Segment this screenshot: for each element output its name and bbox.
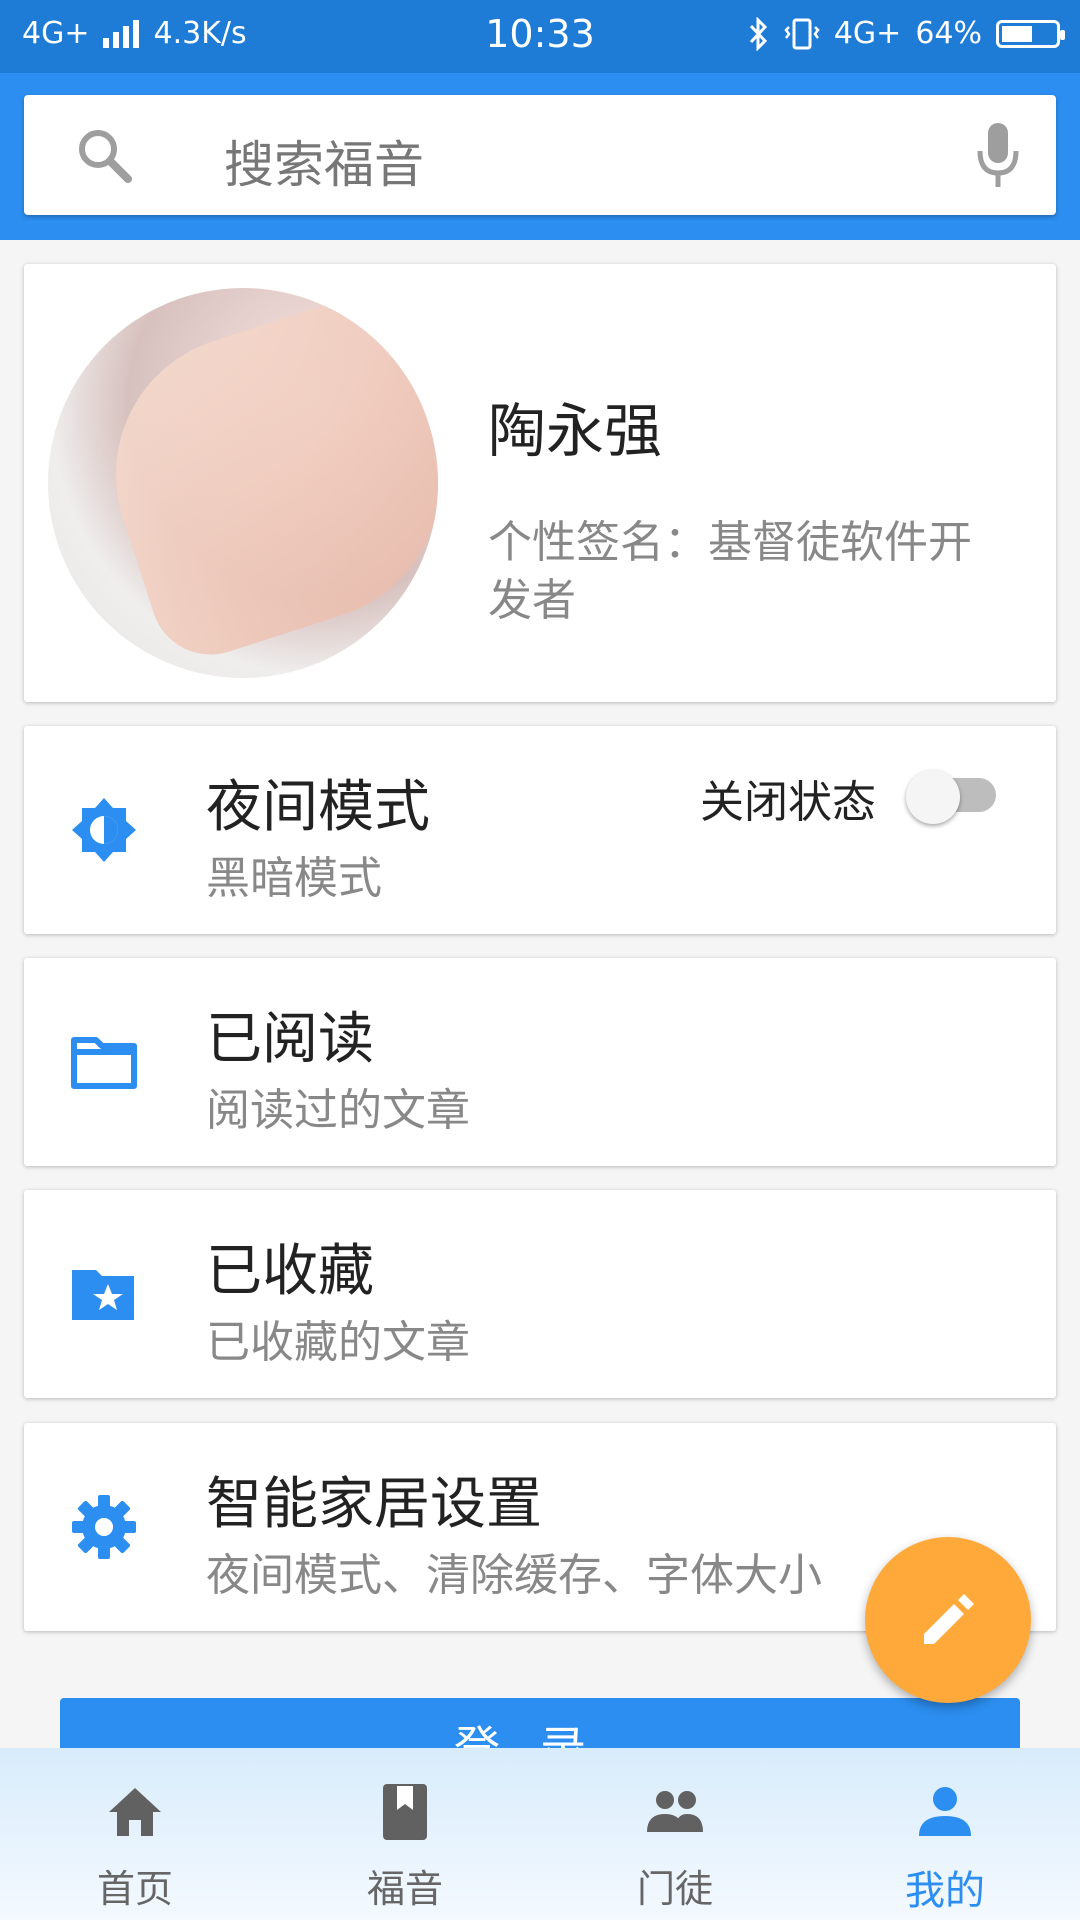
- menu-item-title: 已收藏: [206, 1239, 374, 1304]
- search-bar[interactable]: 搜索福音: [24, 95, 1056, 215]
- network-type-2: 4G+: [833, 16, 902, 51]
- search-icon[interactable]: [72, 123, 136, 187]
- bluetooth-icon: [749, 16, 767, 51]
- profile-card[interactable]: 陶永强 个性签名：基督徒软件开发者: [24, 264, 1056, 702]
- avatar[interactable]: [48, 288, 438, 678]
- folder-icon: [71, 1037, 137, 1089]
- book-icon: [383, 1784, 427, 1840]
- mic-icon[interactable]: [972, 119, 1024, 191]
- tab-label: 门徒: [636, 1867, 713, 1911]
- status-right: 4G+ 64%: [748, 16, 1065, 51]
- edit-fab[interactable]: [865, 1537, 1031, 1703]
- person-icon: [919, 1787, 971, 1836]
- night-mode-toggle[interactable]: [904, 762, 1004, 824]
- menu-item-read[interactable]: 已阅读 阅读过的文章: [24, 958, 1056, 1166]
- vibrate-icon: [784, 18, 820, 49]
- search-input[interactable]: 搜索福音: [224, 125, 424, 197]
- gear-icon: [72, 1495, 136, 1559]
- user-signature: 个性签名：基督徒软件开发者: [488, 517, 972, 626]
- user-name: 陶永强: [488, 397, 663, 465]
- menu-item-subtitle: 黑暗模式: [206, 853, 382, 904]
- people-icon: [647, 1791, 703, 1832]
- menu-item-night-mode[interactable]: 夜间模式 黑暗模式 关闭状态: [24, 726, 1056, 934]
- tab-label: 福音: [366, 1867, 443, 1911]
- tab-label: 我的: [905, 1868, 985, 1914]
- menu-item-subtitle: 阅读过的文章: [206, 1085, 470, 1136]
- edit-icon: [924, 1594, 974, 1644]
- status-bar: 4G+ 4.3K/s 10:33 4G+ 64%: [0, 0, 1080, 73]
- tab-mine[interactable]: 我的: [810, 1748, 1080, 1920]
- star-folder-icon: [72, 1270, 134, 1320]
- menu-item-title: 已阅读: [206, 1007, 374, 1072]
- brightness-icon: [72, 798, 136, 862]
- home-icon: [109, 1788, 161, 1836]
- menu-item-subtitle: 夜间模式、清除缓存、字体大小: [206, 1550, 822, 1601]
- bottom-nav: 首页 福音 门徒 我的: [0, 1748, 1080, 1920]
- menu-item-favorites[interactable]: 已收藏 已收藏的文章: [24, 1190, 1056, 1398]
- tab-gospel[interactable]: 福音: [270, 1748, 540, 1920]
- tab-home[interactable]: 首页: [0, 1748, 270, 1920]
- battery-icon: [996, 19, 1065, 48]
- toggle-state-label: 关闭状态: [700, 777, 876, 828]
- menu-item-title: 智能家居设置: [206, 1472, 542, 1537]
- battery-percent: 64%: [915, 16, 982, 51]
- menu-item-title: 夜间模式: [206, 775, 430, 840]
- app-header: 搜索福音: [0, 73, 1080, 240]
- tab-label: 首页: [96, 1867, 173, 1911]
- tab-disciples[interactable]: 门徒: [540, 1748, 810, 1920]
- menu-item-subtitle: 已收藏的文章: [206, 1317, 470, 1368]
